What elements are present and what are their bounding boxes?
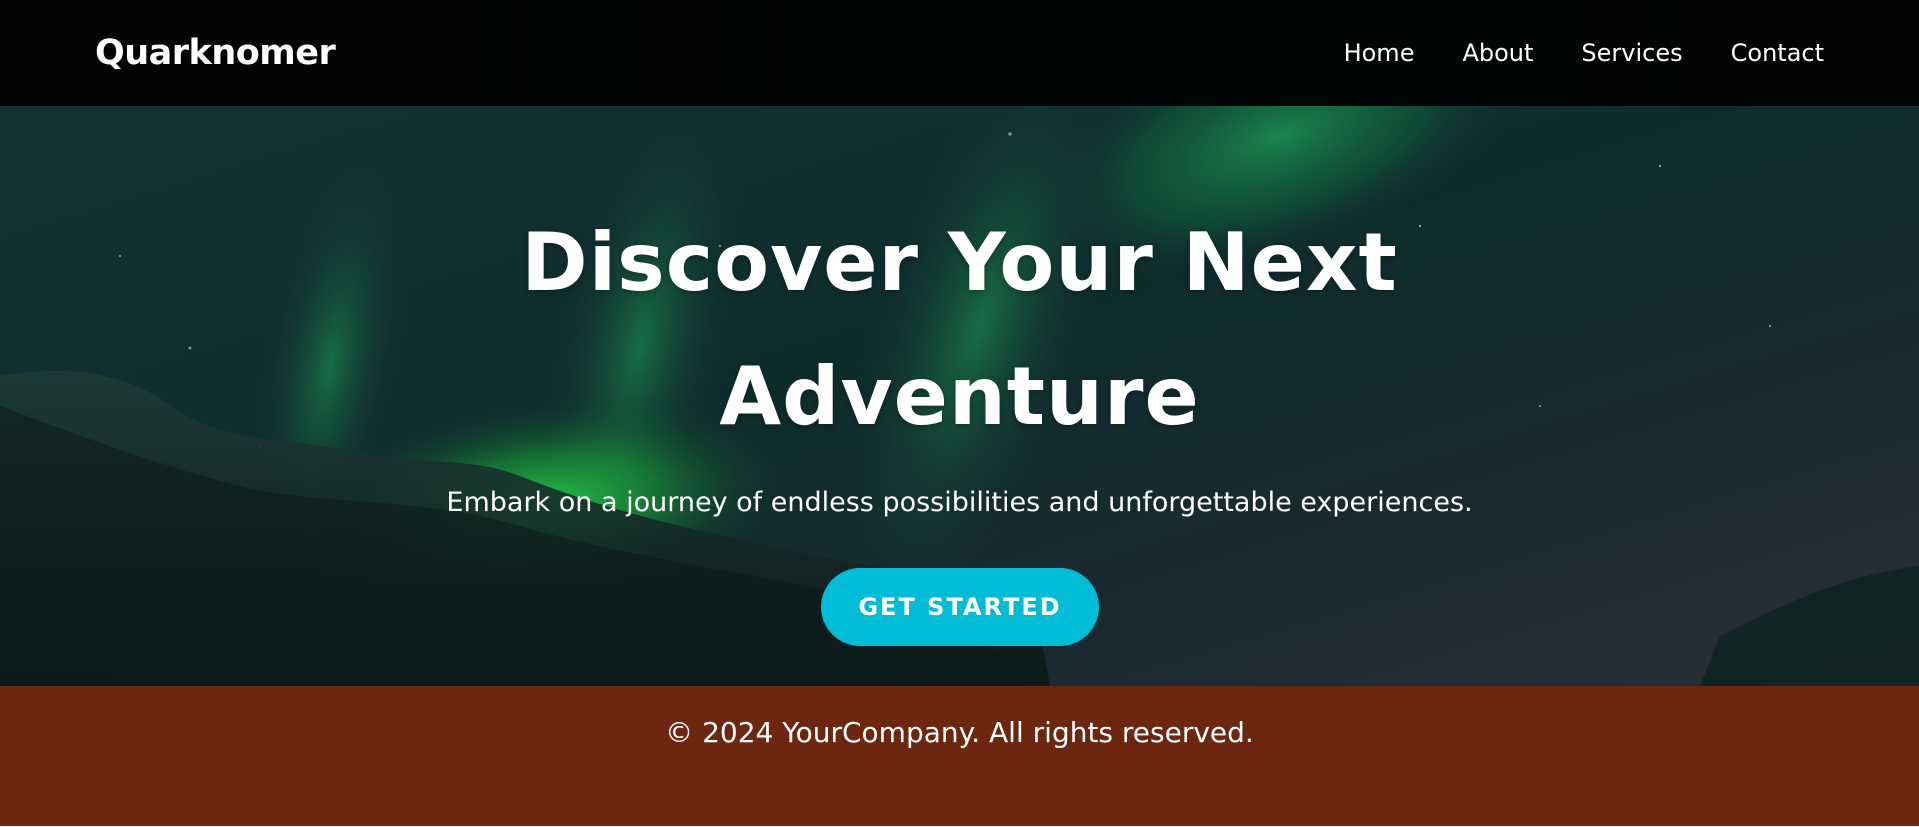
hero-title-line-2: Adventure [719,350,1200,443]
hero-section: Discover Your Next Adventure Embark on a… [0,106,1919,686]
hero-subtitle: Embark on a journey of endless possibili… [446,487,1473,518]
footer: © 2024 YourCompany. All rights reserved. [0,686,1919,827]
get-started-button[interactable]: GET STARTED [821,568,1099,646]
hero-title-line-1: Discover Your Next [521,216,1398,309]
nav-links: Home About Services Contact [1344,39,1824,67]
nav-link-about[interactable]: About [1462,39,1533,67]
navbar: Quarknomer Home About Services Contact [0,0,1919,106]
nav-link-contact[interactable]: Contact [1731,39,1824,67]
hero-content: Discover Your Next Adventure Embark on a… [0,106,1919,686]
hero-title: Discover Your Next Adventure [460,196,1459,464]
nav-link-home[interactable]: Home [1344,39,1415,67]
brand-logo[interactable]: Quarknomer [95,33,336,73]
footer-copyright: © 2024 YourCompany. All rights reserved. [665,716,1254,749]
nav-link-services[interactable]: Services [1581,39,1682,67]
